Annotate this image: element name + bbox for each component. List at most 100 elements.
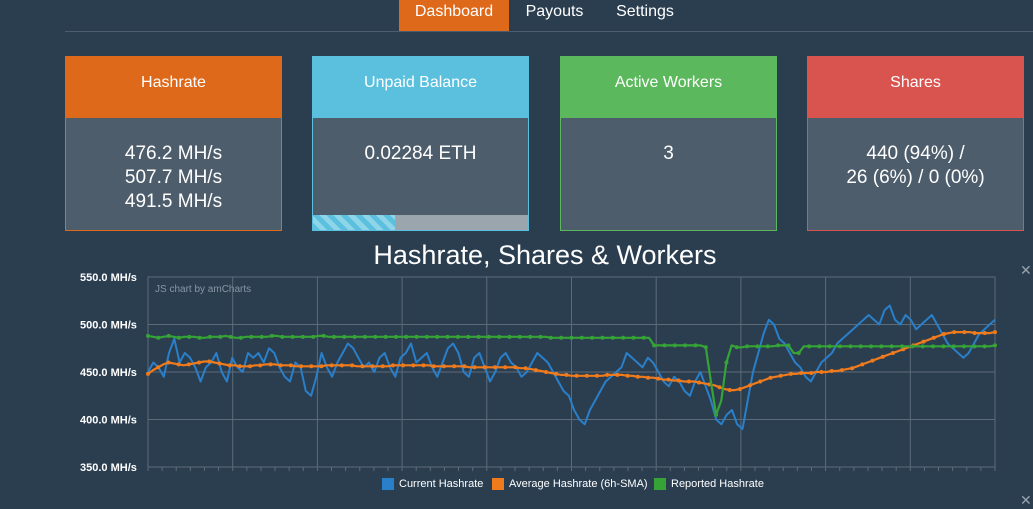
series-point bbox=[569, 335, 574, 340]
series-point bbox=[146, 371, 150, 376]
series-point bbox=[579, 335, 584, 340]
series-point bbox=[441, 364, 446, 369]
series-point bbox=[187, 334, 192, 339]
series-point bbox=[714, 412, 719, 417]
hashrate-chart: 550.0 MH/s 500.0 MH/s 450.0 MH/s 400.0 MH/s… bbox=[80, 272, 997, 474]
series-point bbox=[590, 335, 595, 340]
series-point bbox=[462, 364, 467, 369]
series-point bbox=[910, 344, 915, 349]
series-point bbox=[610, 335, 615, 340]
series-point bbox=[758, 379, 763, 384]
series-point bbox=[574, 373, 579, 378]
series-point bbox=[393, 334, 398, 339]
y-tick-label: 400.0 MH/s bbox=[80, 415, 137, 427]
series-point bbox=[156, 365, 161, 370]
series-point bbox=[827, 344, 832, 349]
series-point bbox=[768, 375, 773, 380]
series-point bbox=[807, 344, 812, 349]
series-point bbox=[799, 370, 804, 375]
series-point bbox=[890, 351, 895, 355]
series-point bbox=[218, 334, 223, 339]
shares-valid: 440 (94%) / bbox=[866, 143, 965, 164]
series-point bbox=[288, 363, 293, 368]
unpaid-balance-value: 0.02284 ETH bbox=[364, 143, 477, 164]
series-point bbox=[227, 363, 232, 368]
series-point bbox=[900, 344, 905, 349]
hashrate-average: 507.7 MH/s bbox=[124, 167, 223, 188]
series-point bbox=[554, 371, 559, 376]
series-point bbox=[952, 330, 957, 335]
series-point bbox=[360, 364, 365, 369]
series-point bbox=[319, 364, 324, 369]
series-point bbox=[889, 344, 894, 349]
series-point bbox=[724, 360, 729, 365]
series-point bbox=[482, 365, 487, 370]
y-tick-label: 350.0 MH/s bbox=[80, 462, 137, 474]
series-point bbox=[755, 344, 760, 349]
payout-progress-fill bbox=[313, 215, 395, 230]
chart-legend: Current Hashrate Average Hashrate (6h-SMA… bbox=[0, 478, 1033, 496]
legend-label: Reported Hashrate bbox=[671, 478, 764, 490]
series-point bbox=[880, 354, 885, 359]
shares-stale-invalid: 26 (6%) / 0 (0%) bbox=[846, 167, 985, 188]
series-point bbox=[513, 365, 518, 370]
tab-settings[interactable]: Settings bbox=[606, 0, 684, 32]
series-point bbox=[435, 334, 440, 339]
top-nav: Dashboard Payouts Settings bbox=[0, 0, 1033, 32]
series-point bbox=[962, 330, 967, 335]
series-point bbox=[734, 345, 739, 350]
series-point bbox=[269, 333, 274, 338]
series-point bbox=[548, 335, 553, 340]
legend-swatch bbox=[654, 478, 666, 491]
series-point bbox=[941, 332, 946, 336]
series-point bbox=[703, 345, 708, 350]
y-tick-label: 450.0 MH/s bbox=[80, 367, 137, 379]
tab-dashboard[interactable]: Dashboard bbox=[399, 0, 509, 32]
series-point bbox=[662, 343, 667, 348]
series-point bbox=[268, 362, 273, 367]
series-point bbox=[921, 339, 926, 344]
series-point bbox=[299, 364, 304, 369]
series-point bbox=[584, 373, 589, 378]
series-point bbox=[523, 366, 528, 371]
series-point bbox=[362, 334, 367, 339]
series-point bbox=[595, 373, 600, 378]
series-point bbox=[858, 344, 863, 349]
legend-item[interactable]: Average Hashrate (6h-SMA) bbox=[492, 478, 648, 496]
y-tick-label: 500.0 MH/s bbox=[80, 320, 137, 332]
series-point bbox=[693, 343, 698, 348]
active-workers-card: Active Workers 3 bbox=[560, 56, 777, 231]
series-point bbox=[745, 344, 750, 349]
series-point bbox=[217, 361, 222, 366]
hashrate-reported: 491.5 MH/s bbox=[124, 191, 223, 212]
series-point bbox=[411, 363, 416, 368]
series-point bbox=[528, 334, 533, 339]
series-point bbox=[931, 344, 936, 349]
legend-item[interactable]: Current Hashrate bbox=[382, 478, 483, 496]
series-point bbox=[507, 334, 512, 339]
series-point bbox=[486, 334, 491, 339]
shares-card: Shares 440 (94%) / 26 (6%) / 0 (0%) bbox=[807, 56, 1024, 231]
legend-swatch bbox=[492, 478, 504, 491]
series-point bbox=[879, 344, 884, 349]
series-point bbox=[146, 333, 150, 338]
series-point bbox=[329, 363, 334, 368]
legend-item[interactable]: Reported Hashrate bbox=[654, 478, 764, 496]
series-point bbox=[533, 368, 538, 373]
legend-swatch bbox=[382, 478, 394, 491]
series-point bbox=[646, 375, 651, 380]
tab-payouts[interactable]: Payouts bbox=[517, 0, 592, 32]
series-point bbox=[676, 378, 681, 383]
hashrate-card: Hashrate 476.2 MH/s 507.7 MH/s 491.5 MH/… bbox=[65, 56, 282, 231]
series-point bbox=[993, 330, 997, 335]
series-point bbox=[166, 360, 171, 365]
series-point bbox=[342, 334, 347, 339]
series-point bbox=[838, 344, 843, 349]
series-point bbox=[197, 335, 202, 340]
series-point bbox=[625, 373, 630, 378]
series-point bbox=[686, 379, 691, 384]
series-point bbox=[748, 383, 753, 388]
series-point bbox=[941, 344, 946, 349]
series-point bbox=[350, 363, 355, 368]
series-point bbox=[176, 362, 181, 367]
